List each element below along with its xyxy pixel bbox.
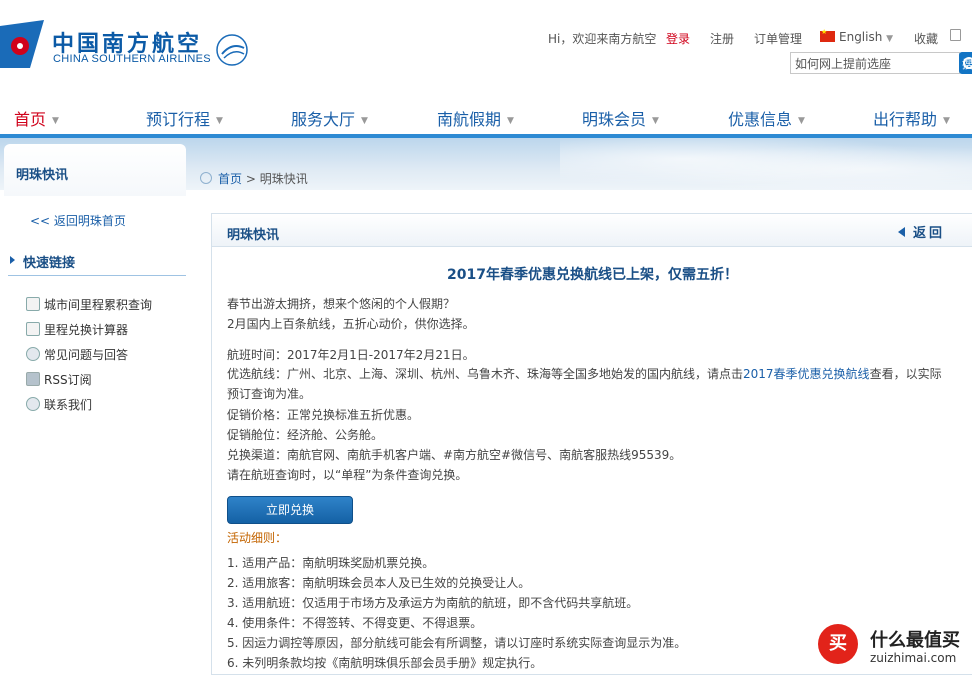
quick-links-title: 快速链接 bbox=[10, 252, 75, 271]
favorite-link[interactable]: 收藏 bbox=[914, 30, 938, 47]
nav-holidays[interactable]: 南航假期 ▼ bbox=[437, 106, 514, 130]
cloud-decoration bbox=[560, 138, 972, 190]
chevron-down-icon: ▼ bbox=[798, 116, 805, 126]
register-link[interactable]: 注册 bbox=[710, 30, 734, 47]
rule-item: 2. 适用旅客：南航明珠会员本人及已生效的兑换受让人。 bbox=[227, 576, 531, 590]
chevron-down-icon: ▼ bbox=[943, 116, 950, 126]
breadcrumb-home-link[interactable]: 首页 bbox=[218, 172, 242, 186]
rule-item: 3. 适用航班：仅适用于市场方及承运方为南航的航班，即不含代码共享航班。 bbox=[227, 596, 639, 610]
sidebar-link-rss[interactable]: RSS订阅 bbox=[26, 371, 92, 388]
nav-travel-help[interactable]: 出行帮助 ▼ bbox=[873, 106, 950, 130]
flight-time-text: 航班时间：2017年2月1日-2017年2月21日。 bbox=[227, 348, 475, 362]
rule-item: 5. 因运力调控等原因，部分航线可能会有所调整，请以订座时系统实际查询显示为准。 bbox=[227, 636, 687, 650]
quick-links-divider bbox=[8, 275, 186, 276]
sidebar-link-faq[interactable]: 常见问题与回答 bbox=[26, 346, 128, 363]
watermark-text-en: zuizhimai.com bbox=[870, 651, 957, 665]
rules-title: 活动细则： bbox=[227, 531, 288, 545]
chevron-down-icon: ▼ bbox=[652, 116, 659, 126]
sidebar-title: 明珠快讯 bbox=[16, 168, 69, 183]
contact-icon bbox=[26, 397, 40, 411]
article-panel: 明珠快讯 返回 2017年春季优惠兑换航线已上架，仅需五折！ 春节出游太拥挤，想… bbox=[211, 213, 972, 675]
back-to-pearl-home-link[interactable]: << 返回明珠首页 bbox=[30, 212, 126, 229]
nav-promotions[interactable]: 优惠信息 ▼ bbox=[728, 106, 805, 130]
cabin-text: 促销舱位：经济舱、公务舱。 bbox=[227, 428, 384, 442]
chevron-down-icon: ▼ bbox=[507, 116, 514, 126]
kapok-logo-icon[interactable] bbox=[0, 20, 44, 68]
watermark-text-cn: 什么最值买 bbox=[870, 630, 960, 651]
question-icon bbox=[26, 347, 40, 361]
location-icon bbox=[200, 172, 212, 184]
channels-text: 兑换渠道：南航官网、南航手机客户端、#南方航空#微信号、南航客服热线95539。 bbox=[227, 448, 682, 462]
main-nav: 首页 ▼ 预订行程 ▼ 服务大厅 ▼ 南航假期 ▼ 明珠会员 ▼ 优惠信息 ▼ 出行帮助 ▼ bbox=[0, 100, 972, 132]
search-doc-icon bbox=[26, 297, 40, 311]
intro-line-1: 春节出游太拥挤，想来个悠闲的个人假期？ bbox=[227, 297, 456, 311]
nav-booking[interactable]: 预订行程 ▼ bbox=[146, 106, 223, 130]
site-header: 中国南方航空 CHINA SOUTHERN AIRLINES Hi，欢迎来南方航… bbox=[0, 0, 972, 90]
back-button[interactable]: 返回 bbox=[898, 222, 945, 241]
sidebar-link-mileage-query[interactable]: 城市间里程累积查询 bbox=[26, 296, 152, 313]
breadcrumb-current: 明珠快讯 bbox=[259, 172, 308, 186]
login-link[interactable]: 登录 bbox=[666, 30, 690, 47]
breadcrumb: 首页 > 明珠快讯 bbox=[200, 170, 308, 187]
price-text: 促销价格：正常兑换标准五折优惠。 bbox=[227, 408, 420, 422]
greeting-text: Hi，欢迎来南方航空 bbox=[548, 32, 657, 46]
search-button-label[interactable]: 搜 bbox=[962, 56, 972, 72]
chevron-down-icon: ▼ bbox=[886, 34, 894, 44]
sidebar-link-contact[interactable]: 联系我们 bbox=[26, 396, 92, 413]
routes-text: 优选航线：广州、北京、上海、深圳、杭州、乌鲁木齐、珠海等全国多地始发的国内航线，… bbox=[227, 367, 942, 401]
article-title: 2017年春季优惠兑换航线已上架，仅需五折！ bbox=[447, 267, 738, 283]
article-panel-header: 明珠快讯 返回 bbox=[212, 214, 972, 247]
rule-item: 4. 使用条件：不得签转、不得变更、不得退票。 bbox=[227, 616, 483, 630]
sidebar: 明珠快讯 << 返回明珠首页 快速链接 城市间里程累积查询 里程兑换计算器 常见… bbox=[0, 138, 186, 673]
panel-title: 明珠快讯 bbox=[227, 228, 280, 243]
spring-routes-link[interactable]: 2017春季优惠兑换航线 bbox=[743, 367, 870, 381]
search-input[interactable] bbox=[790, 52, 960, 74]
nav-service-hall[interactable]: 服务大厅 ▼ bbox=[291, 106, 368, 130]
brand-name-en[interactable]: CHINA SOUTHERN AIRLINES bbox=[53, 53, 211, 65]
nav-membership[interactable]: 明珠会员 ▼ bbox=[582, 106, 659, 130]
chevron-down-icon: ▼ bbox=[52, 116, 59, 126]
china-flag-icon bbox=[820, 28, 835, 42]
sidebar-link-calculator[interactable]: 里程兑换计算器 bbox=[26, 321, 128, 338]
chevron-down-icon: ▼ bbox=[216, 116, 223, 126]
rule-item: 1. 适用产品：南航明珠奖励机票兑换。 bbox=[227, 556, 435, 570]
skyteam-logo-icon bbox=[216, 34, 248, 66]
calculator-icon bbox=[26, 322, 40, 336]
watermark-badge: 买 bbox=[818, 624, 858, 664]
breadcrumb-separator: > bbox=[245, 172, 256, 186]
query-tip-text: 请在航班查询时，以“单程”为条件查询兑换。 bbox=[227, 468, 468, 482]
bookmark-icon[interactable] bbox=[950, 29, 961, 41]
top-links: Hi，欢迎来南方航空 登录 注册 订单管理 English ▼ 收藏 bbox=[548, 28, 968, 47]
nav-home[interactable]: 首页 ▼ bbox=[14, 106, 59, 130]
rule-item: 6. 未列明条款均按《南航明珠俱乐部会员手册》规定执行。 bbox=[227, 656, 543, 670]
chevron-down-icon: ▼ bbox=[361, 116, 368, 126]
order-management-link[interactable]: 订单管理 bbox=[754, 30, 802, 47]
redeem-now-button[interactable]: 立即兑换 bbox=[227, 496, 353, 524]
rss-icon bbox=[26, 372, 40, 386]
sidebar-title-box: 明珠快讯 bbox=[4, 144, 186, 196]
intro-line-2: 2月国内上百条航线，五折心动价，供你选择。 bbox=[227, 317, 475, 331]
language-switch[interactable]: English ▼ bbox=[820, 28, 894, 44]
